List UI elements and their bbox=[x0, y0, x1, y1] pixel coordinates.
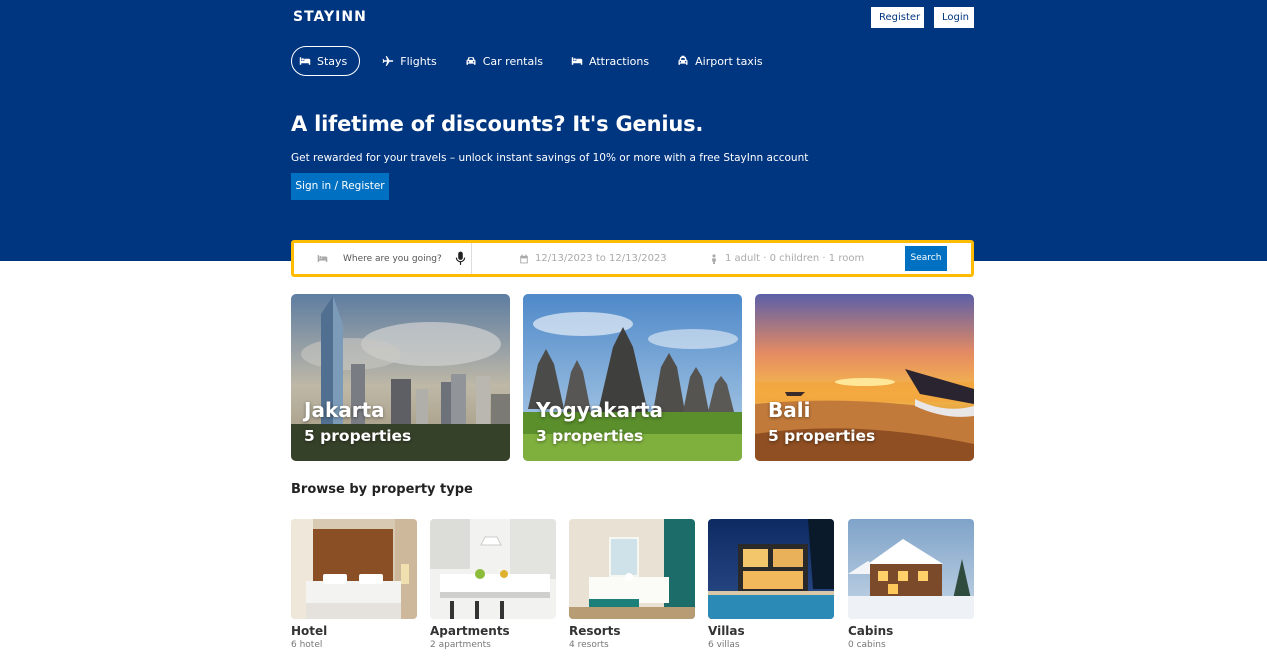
property-type-name: Villas bbox=[708, 624, 745, 638]
city-property-count: 3 properties bbox=[536, 427, 644, 445]
car-icon bbox=[466, 57, 476, 65]
category-nav: Stays Flights Car rentals Attractions Ai… bbox=[291, 46, 778, 76]
featured-card-bali[interactable]: Bali 5 properties bbox=[755, 294, 974, 461]
property-type-resorts[interactable]: Resorts 4 resorts bbox=[569, 519, 695, 650]
city-name: Jakarta bbox=[304, 398, 385, 422]
date-range-picker[interactable]: 12/13/2023 to 12/13/2023 bbox=[519, 253, 709, 264]
register-button[interactable]: Register bbox=[871, 7, 924, 28]
property-type-villas[interactable]: Villas 6 villas bbox=[708, 519, 834, 650]
featured-card-jakarta[interactable]: Jakarta 5 properties bbox=[291, 294, 510, 461]
property-type-name: Apartments bbox=[430, 624, 510, 638]
plane-icon bbox=[382, 56, 394, 66]
property-type-count: 6 hotel bbox=[291, 640, 323, 650]
property-type-count: 6 villas bbox=[708, 640, 740, 650]
property-type-apartments[interactable]: Apartments 2 apartments bbox=[430, 519, 556, 650]
nav-item-stays[interactable]: Stays bbox=[291, 46, 361, 76]
property-type-name: Cabins bbox=[848, 624, 894, 638]
property-type-name: Resorts bbox=[569, 624, 621, 638]
apartment-kitchen-image bbox=[430, 519, 556, 619]
featured-card-yogyakarta[interactable]: Yogyakarta 3 properties bbox=[523, 294, 742, 461]
nav-item-car-rentals[interactable]: Car rentals bbox=[452, 46, 556, 76]
nav-item-label: Stays bbox=[317, 54, 348, 68]
bed-icon bbox=[571, 57, 583, 65]
login-button[interactable]: Login bbox=[934, 7, 974, 28]
villa-night-image bbox=[708, 519, 834, 619]
nav-item-label: Airport taxis bbox=[695, 54, 763, 68]
person-icon bbox=[712, 253, 716, 264]
property-type-hotel[interactable]: Hotel 6 hotel bbox=[291, 519, 417, 650]
property-type-count: 0 cabins bbox=[848, 640, 886, 650]
destination-input[interactable] bbox=[343, 253, 453, 264]
property-type-cabins[interactable]: Cabins 0 cabins bbox=[848, 519, 974, 650]
browse-section-title: Browse by property type bbox=[291, 482, 473, 497]
nav-item-attractions[interactable]: Attractions bbox=[558, 46, 662, 76]
city-property-count: 5 properties bbox=[304, 427, 412, 445]
property-type-count: 2 apartments bbox=[430, 640, 491, 650]
taxi-icon bbox=[678, 55, 688, 65]
bed-icon bbox=[317, 255, 328, 262]
bed-icon bbox=[299, 57, 311, 65]
nav-item-label: Flights bbox=[400, 54, 437, 68]
search-button[interactable]: Search bbox=[905, 246, 947, 271]
signin-register-button[interactable]: Sign in / Register bbox=[291, 173, 389, 200]
property-type-count: 4 resorts bbox=[569, 640, 609, 650]
microphone-icon[interactable] bbox=[455, 251, 466, 266]
city-name: Yogyakarta bbox=[536, 398, 663, 422]
nav-item-label: Attractions bbox=[589, 54, 650, 68]
date-range-text: 12/13/2023 to 12/13/2023 bbox=[535, 253, 667, 264]
hero-subline: Get rewarded for your travels – unlock i… bbox=[291, 152, 809, 164]
city-name: Bali bbox=[768, 398, 811, 422]
property-type-name: Hotel bbox=[291, 624, 328, 638]
guests-picker[interactable]: 1 adult · 0 children · 1 room bbox=[709, 253, 901, 264]
search-bar: 12/13/2023 to 12/13/2023 1 adult · 0 chi… bbox=[291, 240, 974, 277]
stayinn-logo[interactable]: STAYINN bbox=[293, 9, 367, 25]
hotel-room-image bbox=[291, 519, 417, 619]
nav-item-airport-taxis[interactable]: Airport taxis bbox=[664, 46, 776, 76]
destination-field[interactable] bbox=[294, 243, 472, 274]
nav-item-flights[interactable]: Flights bbox=[369, 46, 449, 76]
nav-item-label: Car rentals bbox=[482, 54, 544, 68]
hero-headline: A lifetime of discounts? It's Genius. bbox=[291, 112, 704, 136]
cabin-snow-image bbox=[848, 519, 974, 619]
resort-room-image bbox=[569, 519, 695, 619]
city-property-count: 5 properties bbox=[768, 427, 876, 445]
calendar-icon bbox=[520, 254, 528, 263]
guests-text: 1 adult · 0 children · 1 room bbox=[725, 253, 865, 264]
